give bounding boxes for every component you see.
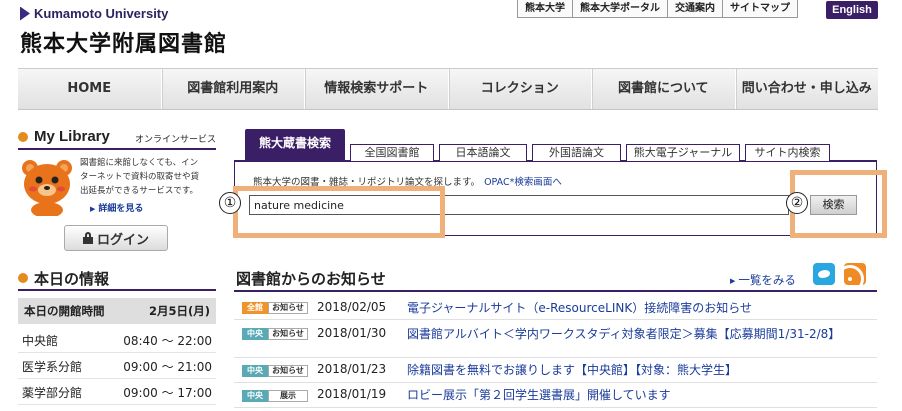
branch-hours: 08:40 ～ 22:00 [123,333,212,348]
news-date: 2018/01/30 [317,326,387,340]
bullet-icon [18,273,28,283]
category-badge: 中央 [242,365,268,377]
university-logo[interactable]: Kumamoto University [20,6,168,21]
news-title: 図書館からのお知らせ [236,270,386,288]
nav-about[interactable]: 図書館について [591,69,735,109]
callout-number-1: ① [219,192,241,214]
hours-label: 本日の開館時間 [24,304,105,318]
news-link[interactable]: 除籍図書を無料でお譲りします【中央館】【対象：熊大学生】 [407,362,867,378]
kind-badge: お知らせ [268,328,308,340]
top-link-portal[interactable]: 熊本大学ポータル [572,0,667,17]
tab-kumadai-catalog[interactable]: 熊大蔵書検索 [245,129,345,161]
tab-ejournals[interactable]: 熊大電子ジャーナル [626,144,740,161]
hours-header: 本日の開館時間 2月5日(月) [18,298,216,324]
branch-name[interactable]: 医学系分館 [22,358,82,375]
rss-icon[interactable] [844,263,866,285]
news-date: 2018/02/05 [317,300,387,314]
category-badge: 中央 [242,328,268,340]
news-item: 中央 お知らせ 2018/01/23 除籍図書を無料でお譲りします【中央館】【対… [234,359,877,383]
twitter-icon[interactable] [813,263,835,285]
my-library-description: 図書館に来館しなくても、イン ターネットで資料の取寄せや貸 出延長ができるサービ… [80,158,200,196]
details-link[interactable]: 詳細を見る [90,201,143,214]
kind-badge: お知らせ [268,365,308,377]
news-date: 2018/01/19 [317,387,387,401]
bullet-icon [18,132,28,143]
top-links: 熊本大学 熊本大学ポータル 交通案内 サイトマップ [517,0,798,18]
login-button[interactable]: ログイン [64,225,168,251]
top-link-sitemap[interactable]: サイトマップ [722,0,797,17]
opac-link[interactable]: OPAC*検索画面へ [484,177,562,188]
tab-foreign-papers[interactable]: 外国語論文 [532,144,621,161]
kind-badge: 展示 [268,390,308,402]
hours-date: 2月5日(月) [148,304,210,318]
callout-number-2: ② [786,192,808,214]
branch-name[interactable]: 薬学部分館 [22,384,82,401]
lock-icon [82,232,93,244]
nav-contact[interactable]: 問い合わせ・申し込み [734,69,879,109]
tab-national-libraries[interactable]: 全国図書館 [350,144,434,161]
hours-row: 中央館 08:40 ～ 22:00 [18,328,216,353]
nav-home[interactable]: HOME [18,69,161,109]
news-more-link[interactable]: 一覧をみる [730,272,796,288]
news-date: 2018/01/23 [317,362,387,376]
university-name: Kumamoto University [34,6,169,21]
news-heading: 図書館からのお知らせ 一覧をみる [234,263,877,292]
news-link[interactable]: 電子ジャーナルサイト（e-ResourceLINK）接続障害のお知らせ [407,300,867,316]
my-library-heading: My Library オンラインサービス [18,128,216,150]
branch-name[interactable]: 中央館 [22,332,58,349]
university-logo-icon [20,6,30,21]
nav-search-support[interactable]: 情報検索サポート [304,69,448,109]
today-info-heading: 本日の情報 [18,267,216,291]
english-button[interactable]: English [826,1,878,19]
tab-japanese-papers[interactable]: 日本語論文 [439,144,527,161]
branch-hours: 09:00 ～ 21:00 [123,359,212,374]
news-link[interactable]: ロビー展示「第２回学生選書展」開催しています [407,387,867,403]
login-label: ログイン [96,232,149,248]
top-link-access[interactable]: 交通案内 [667,0,722,17]
library-title[interactable]: 熊本大学附属図書館 [20,26,227,58]
today-info-title: 本日の情報 [34,269,110,288]
my-library-subtitle: オンラインサービス [134,135,216,145]
bear-mascot-icon [22,160,72,216]
news-item: 中央 お知らせ 2018/01/30 図書館アルバイト＜学内ワークスタディ対象者… [234,321,877,358]
kind-badge: お知らせ [268,302,308,314]
category-badge: 中央 [242,390,268,402]
branch-hours: 09:00 ～ 17:00 [123,385,212,400]
tab-site-search[interactable]: サイト内検索 [745,144,830,161]
category-badge: 全館 [242,302,268,314]
news-item: 全館 お知らせ 2018/02/05 電子ジャーナルサイト（e-Resource… [234,297,877,320]
news-item: 中央 展示 2018/01/19 ロビー展示「第２回学生選書展」開催しています [234,384,877,408]
global-nav: HOME 図書館利用案内 情報検索サポート コレクション 図書館について 問い合… [18,68,878,110]
nav-collection[interactable]: コレクション [447,69,592,109]
nav-library-guide[interactable]: 図書館利用案内 [160,69,305,109]
top-link-university[interactable]: 熊本大学 [518,0,572,17]
callout-box-input [233,186,445,238]
news-link[interactable]: 図書館アルバイト＜学内ワークスタディ対象者限定＞募集【応募期間1/31-2/8】 [407,326,867,342]
hours-row: 薬学部分館 09:00 ～ 17:00 [18,380,216,405]
hours-row: 医学系分館 09:00 ～ 21:00 [18,354,216,379]
my-library-title: My Library [34,128,110,145]
